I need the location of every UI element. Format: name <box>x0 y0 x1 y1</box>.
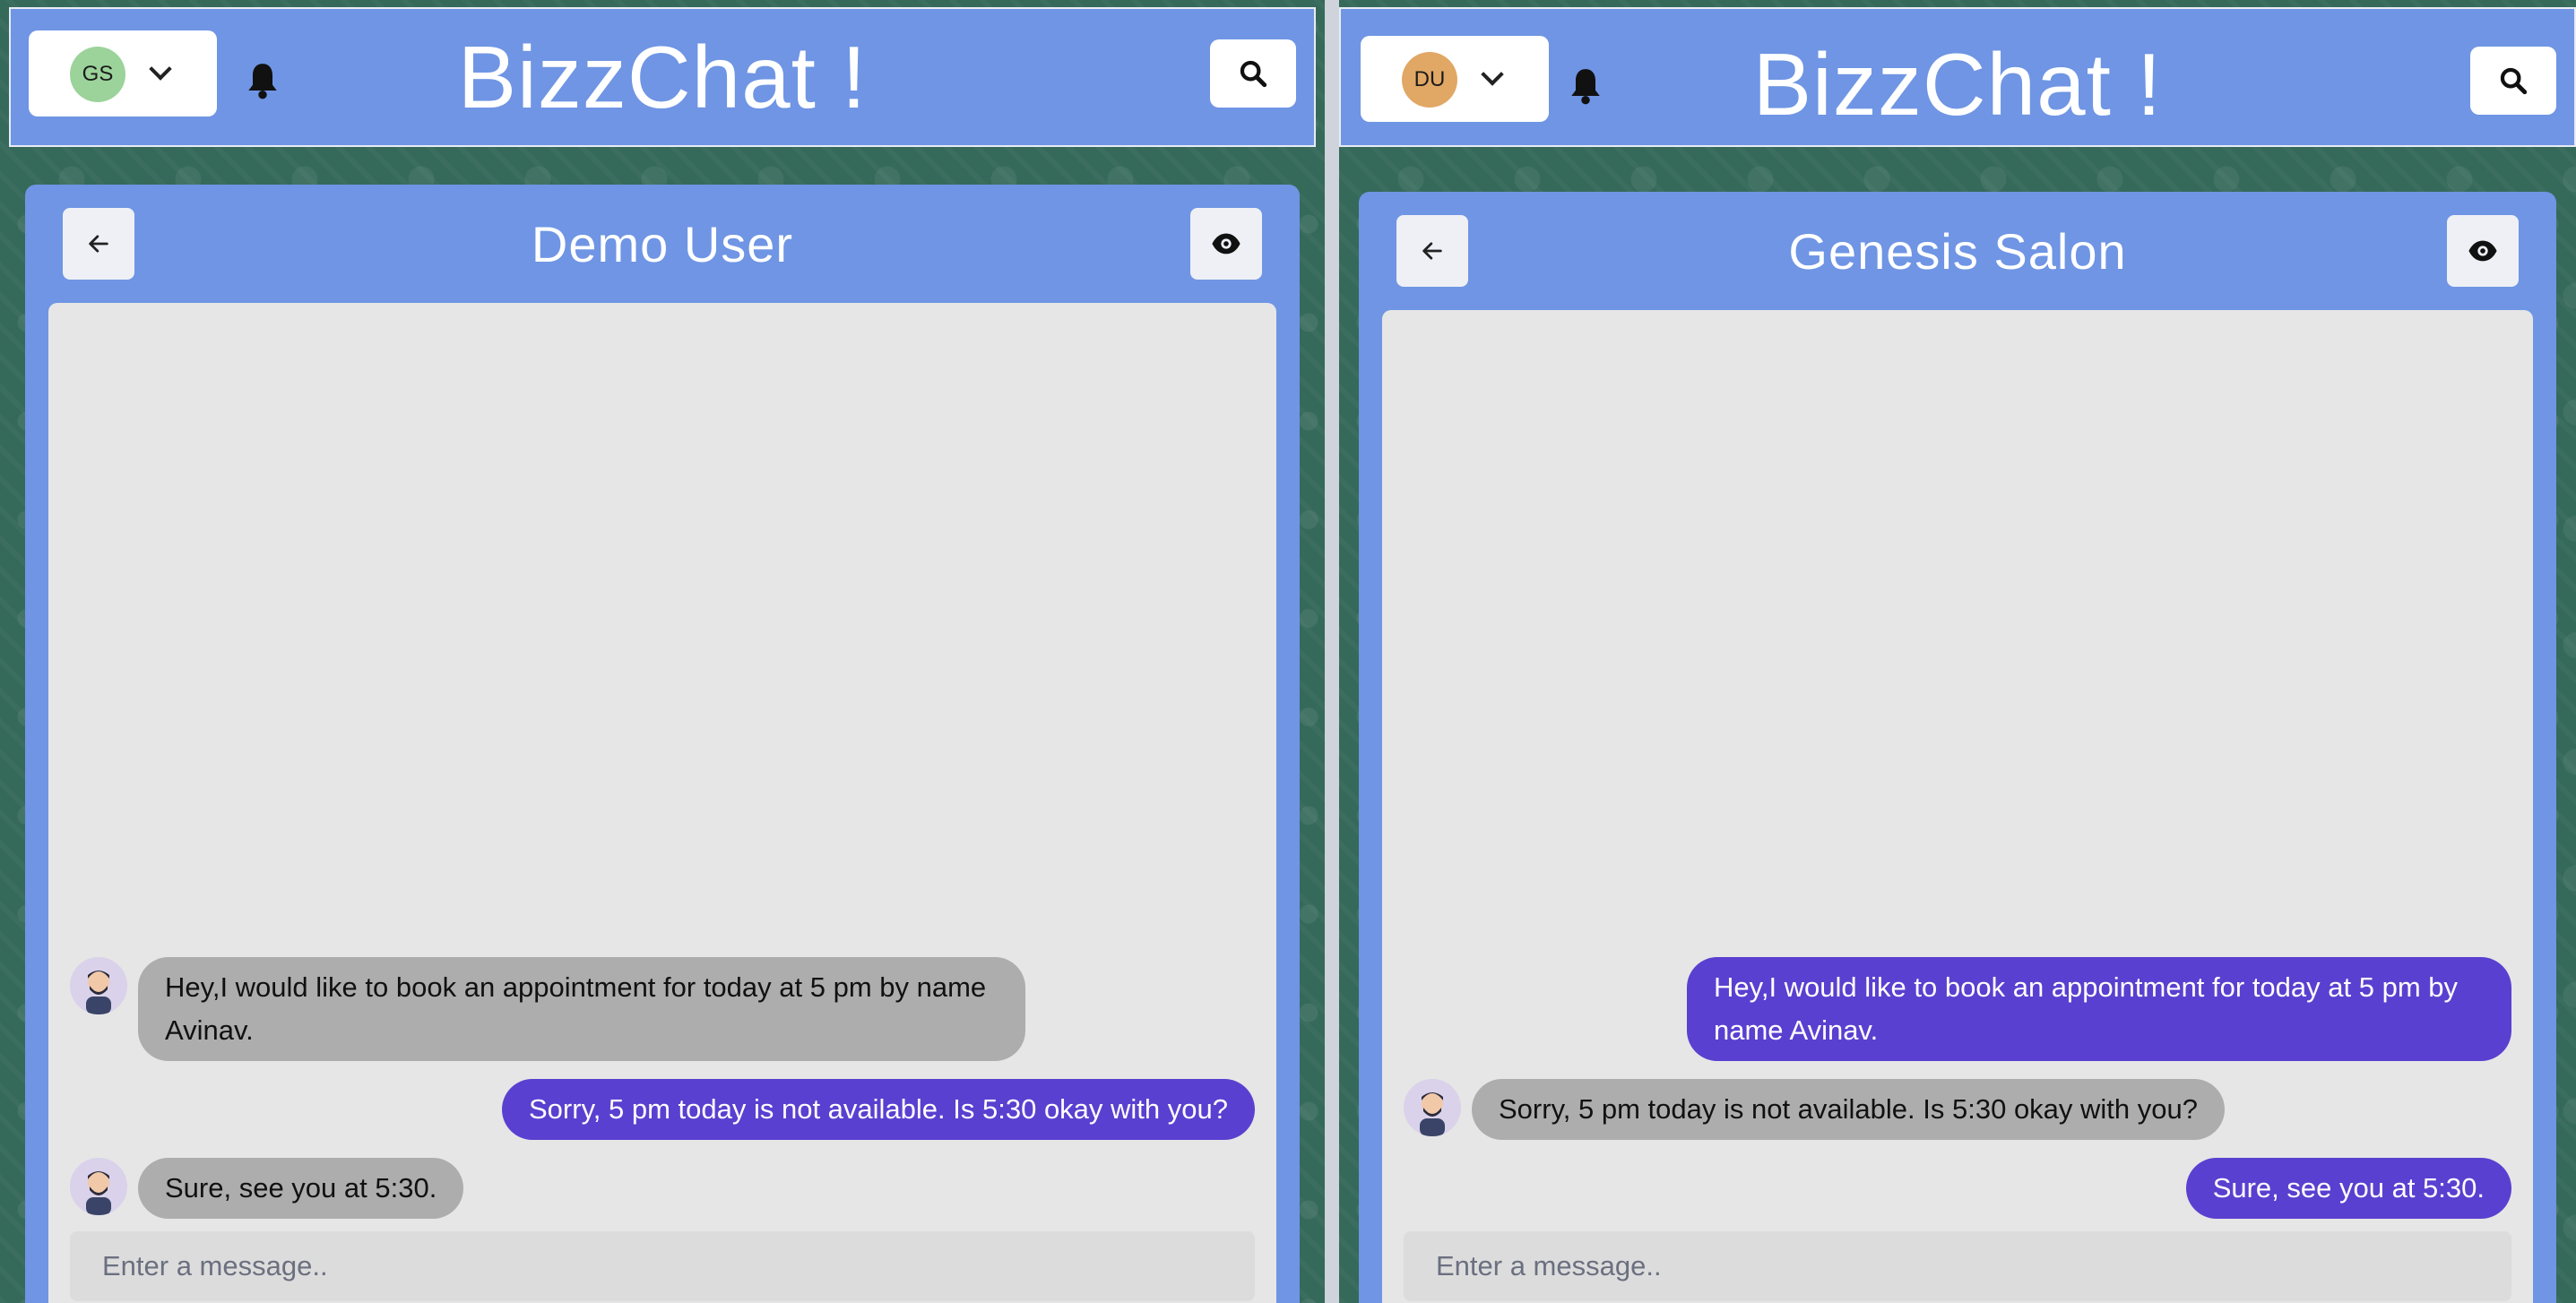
message-area: Hey,I would like to book an appointment … <box>1382 310 2533 1303</box>
incoming-message: Sorry, 5 pm today is not available. Is 5… <box>1472 1079 2225 1140</box>
chat-title: Genesis Salon <box>1788 223 2127 280</box>
app-title: BizzChat ! <box>1752 35 2163 134</box>
message-input[interactable] <box>1404 1231 2511 1301</box>
avatar <box>1404 1079 1461 1136</box>
right-chat-window: DU BizzChat ! Genesis Salon Hey,I would … <box>1339 0 2576 1303</box>
view-profile-button[interactable] <box>1190 208 1262 280</box>
top-navbar: GS BizzChat ! <box>9 7 1316 147</box>
message-input-wrapper <box>1404 1231 2511 1301</box>
message-row: Hey,I would like to book an appointment … <box>1404 957 2511 1061</box>
avatar <box>70 957 127 1014</box>
message-area: Hey,I would like to book an appointment … <box>48 303 1276 1303</box>
app-title: BizzChat ! <box>457 28 868 126</box>
message-list: Hey,I would like to book an appointment … <box>70 957 1255 1219</box>
window-divider <box>1325 0 1339 1303</box>
left-chat-window: GS BizzChat ! Demo User Hey,I would like… <box>0 0 1325 1303</box>
top-navbar: DU BizzChat ! <box>1339 7 2576 147</box>
view-profile-button[interactable] <box>2447 215 2519 287</box>
chat-title: Demo User <box>531 216 794 272</box>
search-icon <box>1240 60 1267 88</box>
search-button[interactable] <box>1210 39 1296 108</box>
message-row: Sorry, 5 pm today is not available. Is 5… <box>1404 1079 2511 1140</box>
eye-icon <box>2468 240 2497 262</box>
avatar <box>70 1158 127 1215</box>
outgoing-message: Sorry, 5 pm today is not available. Is 5… <box>502 1079 1255 1140</box>
chat-panel: Demo User Hey,I would like to book an ap… <box>25 185 1300 1303</box>
outgoing-message: Sure, see you at 5:30. <box>2185 1158 2511 1219</box>
message-input[interactable] <box>70 1231 1255 1301</box>
incoming-message: Sure, see you at 5:30. <box>138 1158 464 1219</box>
message-input-wrapper <box>70 1231 1255 1301</box>
message-row: Sorry, 5 pm today is not available. Is 5… <box>70 1079 1255 1140</box>
message-list: Hey,I would like to book an appointment … <box>1404 957 2511 1219</box>
message-row: Sure, see you at 5:30. <box>1404 1158 2511 1219</box>
outgoing-message: Hey,I would like to book an appointment … <box>1687 957 2511 1061</box>
search-button[interactable] <box>2470 47 2556 115</box>
search-icon <box>2500 67 2528 95</box>
chat-panel: Genesis Salon Hey,I would like to book a… <box>1359 192 2556 1303</box>
message-row: Sure, see you at 5:30. <box>70 1158 1255 1219</box>
message-row: Hey,I would like to book an appointment … <box>70 957 1255 1061</box>
eye-icon <box>1212 233 1240 255</box>
incoming-message: Hey,I would like to book an appointment … <box>138 957 1025 1061</box>
